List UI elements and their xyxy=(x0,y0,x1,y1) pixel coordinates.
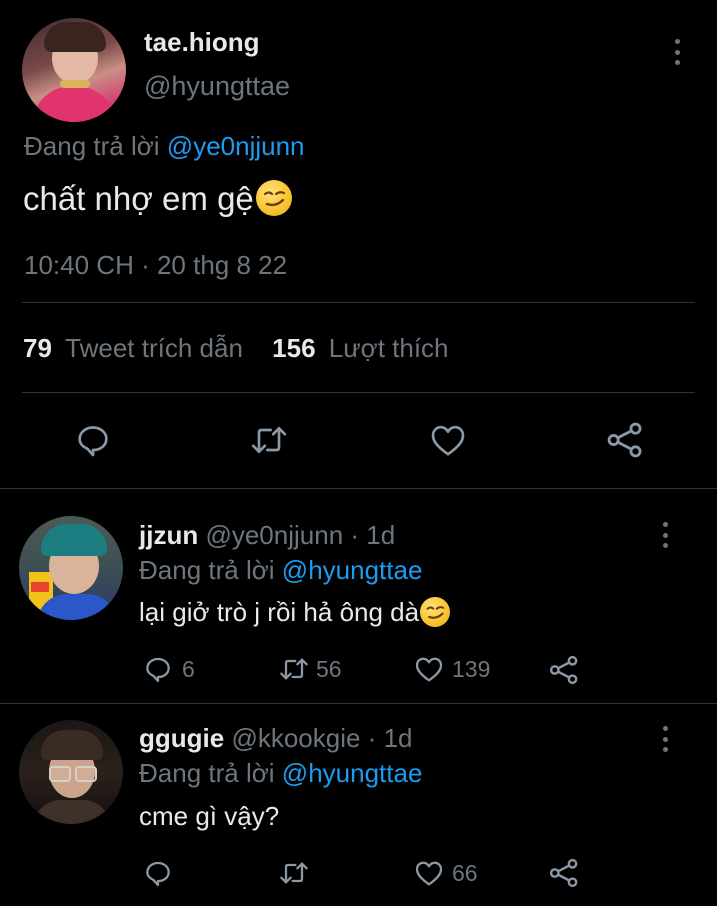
handle[interactable]: @ye0njjunn xyxy=(205,520,343,550)
like-action[interactable]: 66 xyxy=(412,857,478,889)
like-count: 156 xyxy=(272,333,316,363)
more-options-icon[interactable] xyxy=(662,726,668,752)
reply-icon[interactable] xyxy=(73,420,113,460)
share-icon[interactable] xyxy=(604,419,646,461)
replying-to: Đang trả lời @hyungttae xyxy=(139,758,422,789)
tweet-stats: 79 Tweet trích dẫn 156 Lượt thích xyxy=(23,333,449,364)
quote-count: 79 xyxy=(23,333,52,363)
display-name[interactable]: ggugie xyxy=(139,723,224,753)
retweet-action[interactable] xyxy=(276,857,316,889)
tweet-text-content: chất nhợ em gệ xyxy=(23,180,254,217)
quote-label: Tweet trích dẫn xyxy=(65,333,243,363)
more-options-icon[interactable] xyxy=(674,39,680,65)
heart-icon[interactable] xyxy=(427,420,469,460)
reply-count: 6 xyxy=(182,655,195,682)
relative-time[interactable]: · 1d xyxy=(368,723,413,753)
timestamp[interactable]: 10:40 CH · 20 thg 8 22 xyxy=(24,250,287,281)
retweet-action[interactable]: 56 xyxy=(276,653,342,685)
like-count: 139 xyxy=(452,655,491,682)
reply-text: lại giở trò j rồi hả ông dà xyxy=(139,597,451,629)
quote-tweets-stat[interactable]: 79 Tweet trích dẫn xyxy=(23,333,250,363)
replying-to-link[interactable]: @hyungttae xyxy=(282,758,423,788)
smirking-face-emoji xyxy=(255,180,292,217)
more-options-icon[interactable] xyxy=(662,522,668,548)
reply-action[interactable] xyxy=(142,857,182,889)
display-name[interactable]: jjzun xyxy=(139,520,198,550)
share-icon[interactable] xyxy=(547,856,581,890)
retweet-icon[interactable] xyxy=(276,653,312,685)
retweet-icon[interactable] xyxy=(247,420,291,460)
avatar[interactable] xyxy=(19,720,123,824)
divider xyxy=(22,392,695,393)
reply-icon[interactable] xyxy=(142,857,174,889)
reply-action[interactable]: 6 xyxy=(142,653,195,685)
like-label: Lượt thích xyxy=(328,333,449,363)
retweet-icon[interactable] xyxy=(276,857,312,889)
reply-icon[interactable] xyxy=(142,653,174,685)
like-action[interactable]: 139 xyxy=(412,653,490,685)
share-icon[interactable] xyxy=(547,653,581,687)
handle[interactable]: @kkookgie xyxy=(231,723,360,753)
replying-prefix: Đang trả lời xyxy=(139,758,275,788)
smirking-face-emoji xyxy=(420,597,451,628)
replying-to: Đang trả lời @hyungttae xyxy=(139,555,422,586)
replying-to: Đang trả lời @ye0njjunn xyxy=(24,131,305,162)
display-name[interactable]: tae.hiong xyxy=(144,27,260,58)
reply-text-content: lại giở trò j rồi hả ông dà xyxy=(139,597,420,627)
reply-text: cme gì vậy? xyxy=(139,801,280,831)
section-divider xyxy=(0,488,717,489)
retweet-count: 56 xyxy=(316,655,342,682)
replying-to-link[interactable]: @hyungttae xyxy=(282,555,423,585)
divider xyxy=(22,302,695,303)
replying-prefix: Đang trả lời xyxy=(24,131,160,161)
reply-header: jjzun @ye0njjunn · 1d xyxy=(139,520,395,551)
replying-prefix: Đang trả lời xyxy=(139,555,275,585)
likes-stat[interactable]: 156 Lượt thích xyxy=(272,333,448,363)
reply-header: ggugie @kkookgie · 1d xyxy=(139,723,413,754)
replying-to-link[interactable]: @ye0njjunn xyxy=(167,131,305,161)
avatar[interactable] xyxy=(22,18,126,122)
like-count: 66 xyxy=(452,859,478,886)
heart-icon[interactable] xyxy=(412,857,446,889)
heart-icon[interactable] xyxy=(412,653,446,685)
avatar[interactable] xyxy=(19,516,123,620)
handle[interactable]: @hyungttae xyxy=(144,71,290,102)
relative-time[interactable]: · 1d xyxy=(350,520,395,550)
section-divider xyxy=(0,703,717,704)
tweet-text: chất nhợ em gệ xyxy=(23,180,292,219)
